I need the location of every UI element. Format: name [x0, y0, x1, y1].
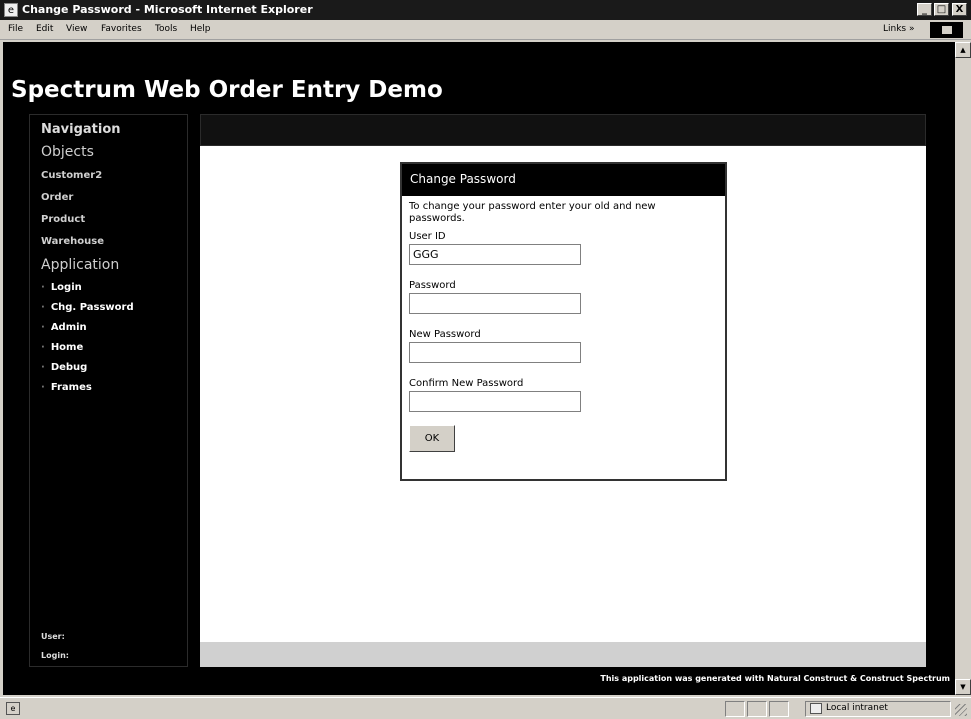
status-pane	[725, 701, 745, 717]
nav-link-home[interactable]: · Home	[41, 342, 83, 353]
user-id-input[interactable]	[409, 244, 581, 265]
nav-link-admin[interactable]: · Admin	[41, 322, 87, 333]
nav-link-label: Debug	[50, 362, 88, 373]
dialog-instructions: To change your password enter your old a…	[409, 201, 656, 224]
nav-link-label: Home	[50, 342, 84, 353]
password-label: Password	[409, 280, 456, 291]
scroll-down-button[interactable]: ▼	[955, 679, 971, 695]
menu-edit[interactable]: Edit	[36, 24, 53, 34]
menu-bar: File Edit View Favorites Tools Help Link…	[0, 20, 971, 40]
nav-link-warehouse[interactable]: Warehouse	[41, 236, 104, 247]
status-pane	[747, 701, 767, 717]
new-password-input[interactable]	[409, 342, 581, 363]
page-status-icon: e	[6, 702, 20, 715]
intranet-zone-icon	[810, 703, 822, 714]
confirm-password-input[interactable]	[409, 391, 581, 412]
close-button[interactable]: X	[952, 3, 967, 16]
window-title: Change Password - Microsoft Internet Exp…	[22, 3, 313, 16]
user-id-label: User ID	[409, 231, 446, 242]
nav-link-debug[interactable]: · Debug	[41, 362, 87, 373]
bullet-icon: ·	[41, 362, 45, 373]
windows-logo-icon	[930, 22, 963, 38]
maximize-button[interactable]: □	[934, 3, 949, 16]
nav-link-product[interactable]: Product	[41, 214, 85, 225]
nav-link-label: Login	[50, 282, 82, 293]
generated-by-footer: This application was generated with Natu…	[600, 674, 950, 683]
password-input[interactable]	[409, 293, 581, 314]
nav-link-frames[interactable]: · Frames	[41, 382, 92, 393]
navigation-heading: Navigation	[41, 122, 121, 137]
minimize-button[interactable]: _	[917, 3, 932, 16]
bullet-icon: ·	[41, 322, 45, 333]
status-pane	[769, 701, 789, 717]
nav-link-label: Frames	[50, 382, 92, 393]
resize-grip-icon[interactable]	[955, 704, 967, 716]
confirm-password-label: Confirm New Password	[409, 378, 524, 389]
menu-view[interactable]: View	[66, 24, 87, 34]
nav-link-order[interactable]: Order	[41, 192, 73, 203]
application-heading: Application	[41, 257, 120, 273]
bullet-icon: ·	[41, 302, 45, 313]
dialog-title: Change Password	[402, 164, 725, 196]
nav-link-customer2[interactable]: Customer2	[41, 170, 102, 181]
title-bar: e Change Password - Microsoft Internet E…	[0, 0, 971, 20]
status-bar: e Local intranet	[0, 697, 971, 719]
menu-favorites[interactable]: Favorites	[101, 24, 142, 34]
ok-button[interactable]: OK	[409, 425, 455, 452]
vertical-scrollbar[interactable]	[955, 58, 971, 695]
menu-tools[interactable]: Tools	[155, 24, 177, 34]
menu-help[interactable]: Help	[190, 24, 211, 34]
bullet-icon: ·	[41, 382, 45, 393]
browser-viewport: Spectrum Web Order Entry Demo Navigation…	[3, 42, 955, 695]
menu-file[interactable]: File	[8, 24, 23, 34]
nav-link-label: Admin	[50, 322, 87, 333]
nav-link-label: Chg. Password	[50, 302, 134, 313]
page-title: Spectrum Web Order Entry Demo	[11, 77, 443, 103]
new-password-label: New Password	[409, 329, 481, 340]
bullet-icon: ·	[41, 342, 45, 353]
content-header-bar	[200, 114, 926, 146]
user-label: User:	[41, 632, 65, 641]
zone-label: Local intranet	[826, 703, 888, 713]
ie-page-icon: e	[4, 3, 18, 17]
scroll-up-button[interactable]: ▲	[955, 42, 971, 58]
links-toolbar[interactable]: Links »	[883, 24, 915, 34]
objects-heading: Objects	[41, 144, 94, 160]
content-footer-bar	[200, 642, 926, 667]
nav-link-chg-password[interactable]: · Chg. Password	[41, 302, 134, 313]
main-content: Change Password To change your password …	[200, 146, 926, 642]
bullet-icon: ·	[41, 282, 45, 293]
nav-link-login[interactable]: · Login	[41, 282, 82, 293]
login-label: Login:	[41, 651, 69, 660]
change-password-dialog: Change Password To change your password …	[400, 162, 727, 481]
sidebar: Navigation Objects Customer2 Order Produ…	[29, 114, 188, 667]
